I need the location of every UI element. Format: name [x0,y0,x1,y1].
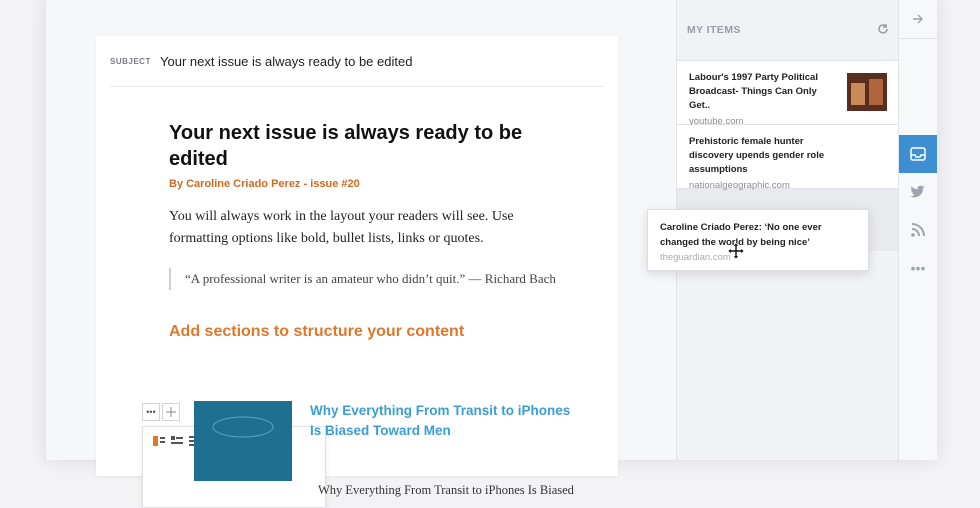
sidebar-title: MY ITEMS [687,24,741,36]
item-title: Prehistoric female hunter discovery upen… [689,136,825,175]
link-title[interactable]: Why Everything From Transit to iPhones I… [310,401,580,441]
sidebar-header: MY ITEMS [677,0,899,61]
editor-area: SUBJECT Your next issue is always ready … [46,0,674,508]
subject-input[interactable]: Your next issue is always ready to be ed… [160,54,412,69]
dragging-item-card[interactable]: Caroline Criado Perez: ‘No one ever chan… [647,209,869,271]
body-paragraph[interactable]: You will always work in the layout your … [169,206,561,250]
layout-image-left-icon[interactable] [153,433,165,446]
rss-icon[interactable] [899,211,937,249]
drag-card-title: Caroline Criado Perez: ‘No one ever chan… [660,222,822,248]
move-handle-icon[interactable] [162,403,180,421]
subject-row[interactable]: SUBJECT Your next issue is always ready … [110,36,604,87]
item-thumbnail [847,73,887,111]
link-thumbnail [194,401,292,481]
more-options-icon[interactable]: ••• [142,403,160,421]
blockquote[interactable]: “A professional writer is an amateur who… [169,268,561,290]
block-toolbar: ••• [142,403,180,421]
inbox-icon[interactable] [899,135,937,173]
more-icon[interactable]: ••• [899,249,937,287]
article: Your next issue is always ready to be ed… [169,120,561,341]
drag-card-source: theguardian.com [660,252,731,263]
twitter-icon[interactable] [899,173,937,211]
byline[interactable]: By Caroline Criado Perez - issue #20 [169,178,561,190]
arrow-right-icon[interactable] [899,0,937,39]
link-description[interactable]: Why Everything From Transit to iPhones I… [318,483,574,498]
subject-label: SUBJECT [110,56,151,66]
layout-image-small-icon[interactable] [171,433,183,444]
issue-title[interactable]: Your next issue is always ready to be ed… [169,120,561,172]
right-rail: ••• [898,0,937,460]
list-item[interactable]: Prehistoric female hunter discovery upen… [677,125,899,191]
item-source: nationalgeographic.com [689,180,790,191]
list-item[interactable]: Labour's 1997 Party Political Broadcast-… [677,61,899,127]
rail-spacer [899,39,937,135]
refresh-icon[interactable] [877,22,889,38]
section-heading[interactable]: Add sections to structure your content [169,323,561,341]
item-title: Labour's 1997 Party Political Broadcast-… [689,72,818,111]
newsletter-editor: SUBJECT Your next issue is always ready … [96,36,618,508]
move-cursor-icon [728,243,744,259]
